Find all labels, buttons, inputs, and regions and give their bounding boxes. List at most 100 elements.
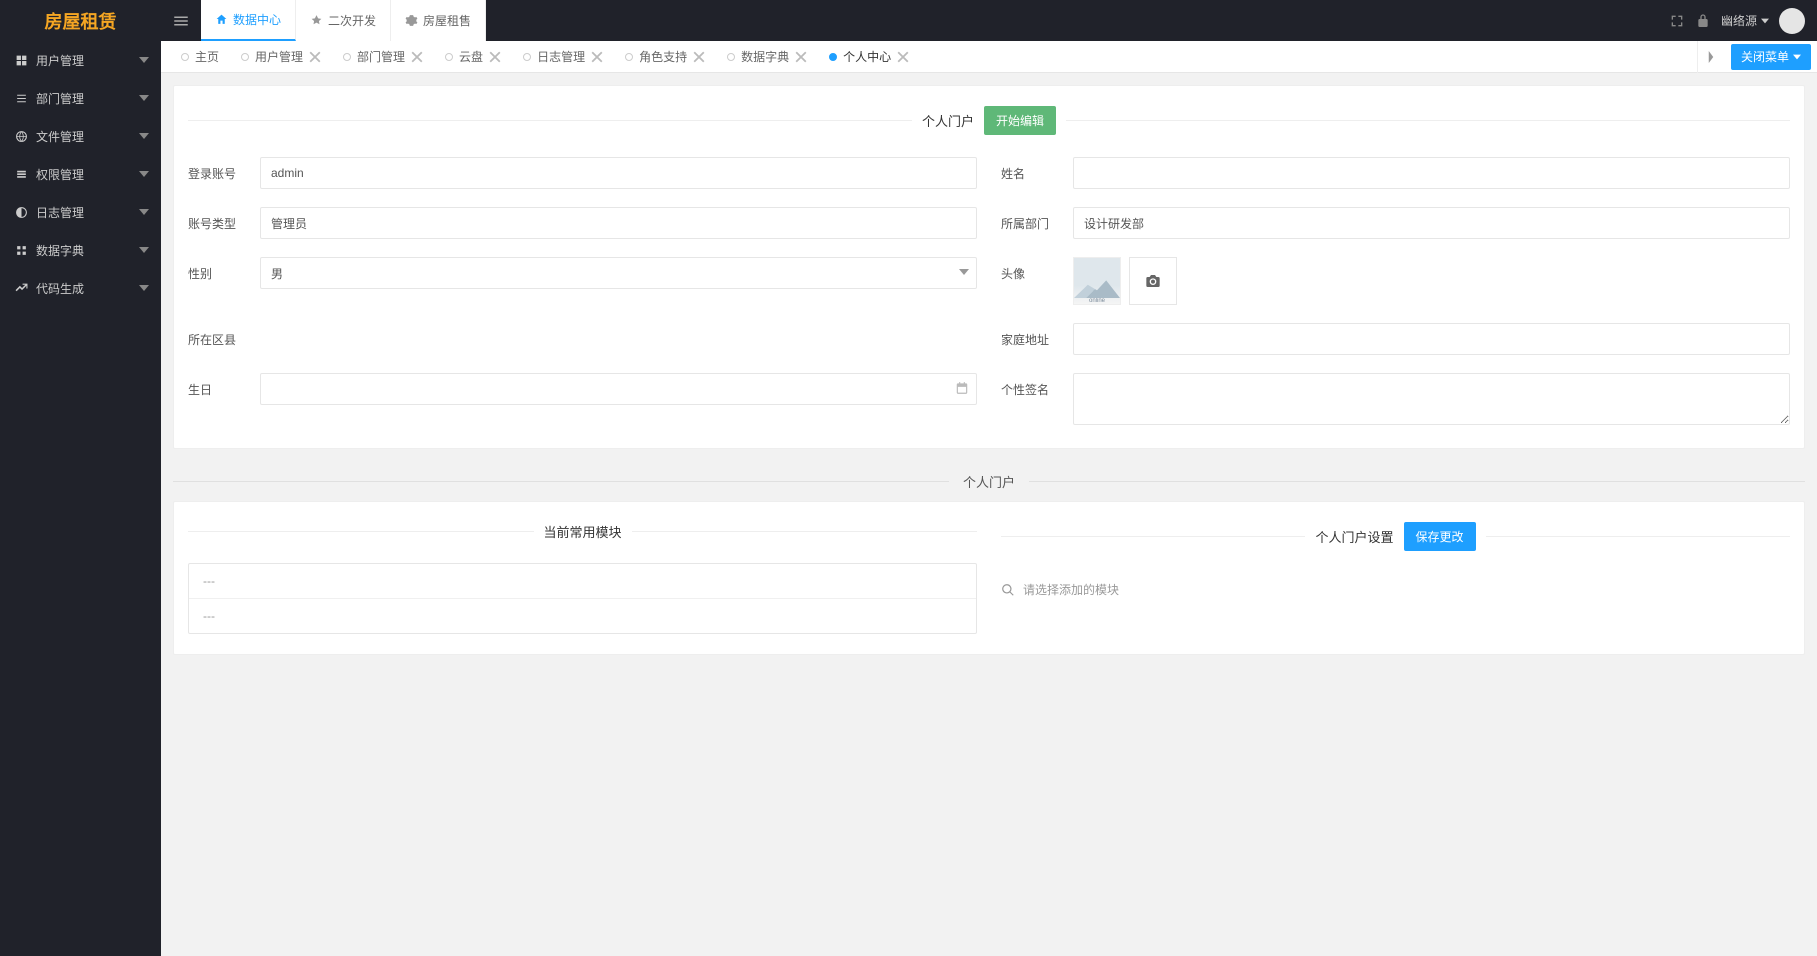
lock-icon[interactable] bbox=[1695, 13, 1711, 29]
calendar-icon bbox=[955, 381, 969, 395]
tab-icon bbox=[215, 13, 228, 26]
label-name: 姓名 bbox=[1001, 157, 1061, 182]
sidebar-item-3[interactable]: 权限管理 bbox=[0, 155, 161, 193]
sidebar-icon bbox=[15, 54, 28, 67]
sidebar-toggle[interactable] bbox=[161, 12, 201, 30]
home-address-input[interactable] bbox=[1073, 323, 1790, 355]
inner-tab-2[interactable]: 部门管理 bbox=[337, 41, 429, 73]
left-col-title: 当前常用模块 bbox=[544, 522, 622, 541]
chevron-down-icon bbox=[139, 245, 149, 255]
chevron-down-icon bbox=[139, 169, 149, 179]
user-menu[interactable]: 幽络源 bbox=[1721, 12, 1769, 29]
edit-button[interactable]: 开始编辑 bbox=[984, 106, 1056, 135]
chevron-down-icon bbox=[139, 207, 149, 217]
name-input[interactable] bbox=[1073, 157, 1790, 189]
tab-dot-icon bbox=[241, 53, 249, 61]
sidebar-icon bbox=[15, 244, 28, 257]
inner-tab-1[interactable]: 用户管理 bbox=[235, 41, 327, 73]
tab-dot-icon bbox=[445, 53, 453, 61]
signature-textarea[interactable] bbox=[1073, 373, 1790, 425]
inner-tab-4[interactable]: 日志管理 bbox=[517, 41, 609, 73]
label-home-address: 家庭地址 bbox=[1001, 323, 1061, 348]
list-item[interactable]: --- bbox=[189, 599, 976, 633]
close-icon[interactable] bbox=[489, 51, 501, 63]
sidebar-item-0[interactable]: 用户管理 bbox=[0, 41, 161, 79]
sidebar-item-6[interactable]: 代码生成 bbox=[0, 269, 161, 307]
label-department: 所属部门 bbox=[1001, 207, 1061, 232]
avatar[interactable] bbox=[1779, 8, 1805, 34]
account-type-input[interactable] bbox=[260, 207, 977, 239]
close-icon[interactable] bbox=[309, 51, 321, 63]
department-input[interactable] bbox=[1073, 207, 1790, 239]
tab-dot-icon bbox=[343, 53, 351, 61]
tab-dot-icon bbox=[523, 53, 531, 61]
sidebar-item-2[interactable]: 文件管理 bbox=[0, 117, 161, 155]
close-icon[interactable] bbox=[693, 51, 705, 63]
label-account-type: 账号类型 bbox=[188, 207, 248, 232]
login-account-input[interactable] bbox=[260, 157, 977, 189]
close-icon[interactable] bbox=[411, 51, 423, 63]
profile-panel: 个人门户 开始编辑 登录账号 姓名 账号类型 bbox=[173, 85, 1805, 449]
tab-icon bbox=[405, 14, 418, 27]
tabstrip-scroll-right[interactable] bbox=[1697, 41, 1725, 73]
sidebar-item-4[interactable]: 日志管理 bbox=[0, 193, 161, 231]
topbar: 房屋租赁 数据中心二次开发房屋租售 幽络源 bbox=[0, 0, 1817, 41]
label-region: 所在区县 bbox=[188, 323, 248, 348]
gender-select[interactable] bbox=[260, 257, 977, 289]
tab-dot-icon bbox=[829, 53, 837, 61]
list-item[interactable]: --- bbox=[189, 564, 976, 599]
inner-tab-5[interactable]: 角色支持 bbox=[619, 41, 711, 73]
close-menu-button[interactable]: 关闭菜单 bbox=[1731, 44, 1811, 70]
close-menu-label: 关闭菜单 bbox=[1741, 48, 1789, 65]
sidebar-icon bbox=[15, 130, 28, 143]
inner-tab-7[interactable]: 个人中心 bbox=[823, 41, 915, 73]
camera-icon bbox=[1145, 273, 1161, 289]
divider-title: 个人门户 bbox=[949, 472, 1029, 491]
sidebar-icon bbox=[15, 168, 28, 181]
fullscreen-icon[interactable] bbox=[1669, 13, 1685, 29]
inner-tab-3[interactable]: 云盘 bbox=[439, 41, 507, 73]
close-icon[interactable] bbox=[795, 51, 807, 63]
brand-logo: 房屋租赁 bbox=[0, 8, 161, 34]
inner-tab-6[interactable]: 数据字典 bbox=[721, 41, 813, 73]
header-tabs: 数据中心二次开发房屋租售 bbox=[201, 0, 486, 41]
section-title: 个人门户 bbox=[922, 111, 974, 130]
hamburger-icon bbox=[172, 12, 190, 30]
caret-down-icon bbox=[1761, 17, 1769, 25]
sidebar-item-1[interactable]: 部门管理 bbox=[0, 79, 161, 117]
save-button[interactable]: 保存更改 bbox=[1404, 522, 1476, 551]
label-avatar: 头像 bbox=[1001, 257, 1061, 282]
right-col-title: 个人门户设置 bbox=[1315, 527, 1393, 546]
user-name-label: 幽络源 bbox=[1721, 12, 1757, 29]
close-icon[interactable] bbox=[591, 51, 603, 63]
caret-down-icon bbox=[1793, 53, 1801, 61]
sidebar-icon bbox=[15, 92, 28, 105]
chevron-down-icon bbox=[139, 283, 149, 293]
portal-settings-panel: 当前常用模块 ------ 个人门户设置 保存更改 请选择添加的模块 bbox=[173, 501, 1805, 655]
inner-tabstrip: 主页用户管理部门管理云盘日志管理角色支持数据字典个人中心 关闭菜单 bbox=[161, 41, 1817, 73]
close-icon[interactable] bbox=[897, 51, 909, 63]
upload-avatar-button[interactable] bbox=[1129, 257, 1177, 305]
birthday-input[interactable] bbox=[260, 373, 977, 405]
tab-dot-icon bbox=[181, 53, 189, 61]
search-placeholder: 请选择添加的模块 bbox=[1023, 581, 1119, 598]
sidebar-icon bbox=[15, 282, 28, 295]
sidebar: 用户管理部门管理文件管理权限管理日志管理数据字典代码生成 bbox=[0, 41, 161, 956]
chevron-down-icon bbox=[139, 131, 149, 141]
header-tab-2[interactable]: 房屋租售 bbox=[391, 0, 486, 41]
inner-tab-0[interactable]: 主页 bbox=[175, 41, 225, 73]
tab-dot-icon bbox=[625, 53, 633, 61]
label-login-account: 登录账号 bbox=[188, 157, 248, 182]
module-list: ------ bbox=[188, 563, 977, 634]
chevron-down-icon bbox=[139, 55, 149, 65]
header-tab-0[interactable]: 数据中心 bbox=[201, 0, 296, 41]
tab-icon bbox=[310, 14, 323, 27]
search-icon bbox=[1001, 583, 1015, 597]
header-tab-1[interactable]: 二次开发 bbox=[296, 0, 391, 41]
sidebar-icon bbox=[15, 206, 28, 219]
sidebar-item-5[interactable]: 数据字典 bbox=[0, 231, 161, 269]
module-search[interactable]: 请选择添加的模块 bbox=[1001, 573, 1790, 606]
chevron-down-icon bbox=[139, 93, 149, 103]
label-signature: 个性签名 bbox=[1001, 373, 1061, 398]
main-area: 主页用户管理部门管理云盘日志管理角色支持数据字典个人中心 关闭菜单 个人门户 开… bbox=[161, 41, 1817, 956]
